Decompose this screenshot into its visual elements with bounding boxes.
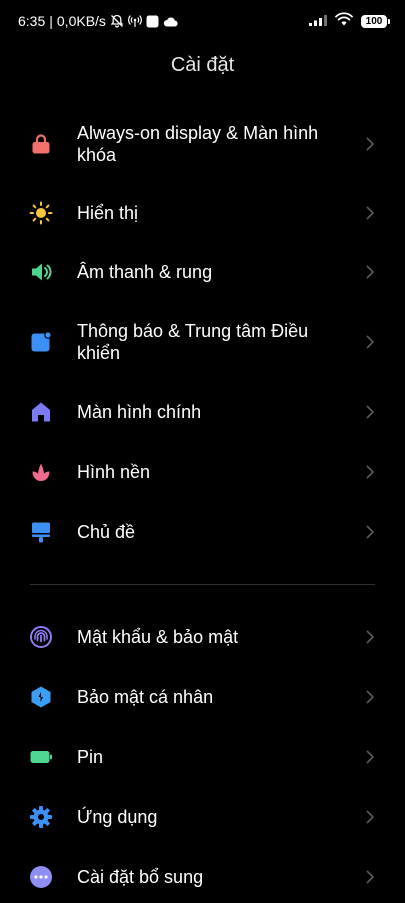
settings-item-label: Cài đặt bổ sung xyxy=(77,867,204,887)
app-notification-icon xyxy=(146,15,159,28)
status-bar: 6:35 | 0,0KB/s 100 xyxy=(0,0,405,44)
speaker-icon xyxy=(29,260,53,284)
chevron-right-icon xyxy=(364,464,376,480)
lock-icon xyxy=(29,132,53,156)
chevron-right-icon xyxy=(364,334,376,350)
page-title: Cài đặt xyxy=(170,54,235,76)
hotspot-icon xyxy=(128,14,142,28)
home-icon xyxy=(29,400,53,424)
chevron-right-icon xyxy=(364,809,376,825)
settings-item-wallpaper[interactable]: Hình nền xyxy=(0,446,405,498)
mute-bell-icon xyxy=(110,14,124,28)
settings-item-lock-screen[interactable]: Always-on display & Màn hình khóa xyxy=(0,112,405,176)
chevron-right-icon xyxy=(364,524,376,540)
wifi-icon xyxy=(335,12,353,31)
settings-item-label: Màn hình chính xyxy=(77,402,202,422)
chevron-right-icon xyxy=(364,264,376,280)
brush-icon xyxy=(29,520,53,544)
settings-item-themes[interactable]: Chủ đề xyxy=(0,506,405,558)
signal-icon xyxy=(309,13,327,31)
status-separator: | xyxy=(49,13,53,29)
settings-item-display[interactable]: Hiển thị xyxy=(0,187,405,239)
cloud-icon xyxy=(163,16,178,27)
status-right: 100 xyxy=(309,12,390,31)
settings-item-label: Hình nền xyxy=(77,462,151,482)
settings-item-battery[interactable]: Pin xyxy=(0,731,405,783)
chevron-right-icon xyxy=(364,205,376,221)
settings-item-label: Pin xyxy=(77,747,104,767)
settings-item-sound[interactable]: Âm thanh & rung xyxy=(0,246,405,298)
more-icon xyxy=(29,865,53,889)
section-divider xyxy=(30,584,375,585)
settings-item-label: Ứng dụng xyxy=(77,807,158,827)
settings-item-label: Bảo mật cá nhân xyxy=(77,687,214,707)
battery-icon xyxy=(29,745,53,769)
settings-item-label: Âm thanh & rung xyxy=(77,262,213,282)
settings-item-label: Thông báo & Trung tâm Điều khiển xyxy=(77,321,309,363)
gear-icon xyxy=(29,805,53,829)
settings-item-notifications[interactable]: Thông báo & Trung tâm Điều khiển xyxy=(0,310,405,374)
fingerprint-icon xyxy=(29,625,53,649)
settings-item-home-screen[interactable]: Màn hình chính xyxy=(0,386,405,438)
chevron-right-icon xyxy=(364,749,376,765)
settings-item-label: Chủ đề xyxy=(77,522,136,542)
status-left: 6:35 | 0,0KB/s xyxy=(18,13,178,29)
battery-indicator: 100 xyxy=(361,15,390,28)
settings-item-privacy-protection[interactable]: Bảo mật cá nhân xyxy=(0,671,405,723)
network-speed: 0,0KB/s xyxy=(56,13,106,29)
settings-item-passwords-security[interactable]: Mật khẩu & bảo mật xyxy=(0,611,405,663)
privacy-shield-icon xyxy=(29,685,53,709)
chevron-right-icon xyxy=(364,136,376,152)
chevron-right-icon xyxy=(364,629,376,645)
sun-icon xyxy=(29,201,53,225)
settings-item-additional-settings[interactable]: Cài đặt bổ sung xyxy=(0,851,405,903)
settings-item-apps[interactable]: Ứng dụng xyxy=(0,791,405,843)
chevron-right-icon xyxy=(364,869,376,885)
status-time: 6:35 xyxy=(18,13,46,29)
chevron-right-icon xyxy=(364,404,376,420)
settings-item-label: Mật khẩu & bảo mật xyxy=(77,627,239,647)
chevron-right-icon xyxy=(364,689,376,705)
flower-icon xyxy=(29,460,53,484)
settings-item-label: Always-on display & Màn hình khóa xyxy=(77,123,319,165)
notification-icon xyxy=(29,330,53,354)
settings-item-label: Hiển thị xyxy=(77,203,139,223)
